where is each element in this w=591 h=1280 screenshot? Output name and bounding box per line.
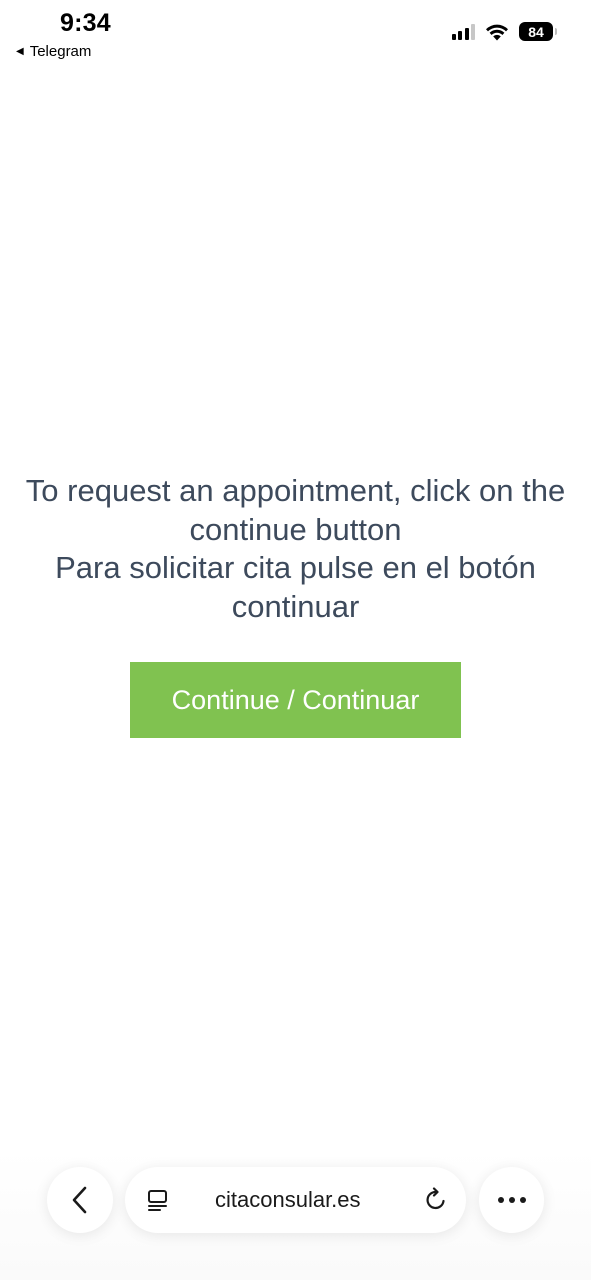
wifi-icon bbox=[486, 24, 508, 40]
message-line: To request an appointment, click on the bbox=[25, 473, 566, 508]
message-line: continuar bbox=[231, 588, 360, 624]
tabs-icon bbox=[148, 1190, 167, 1211]
continue-button[interactable]: Continue / Continuar bbox=[130, 662, 461, 738]
cellular-signal-icon bbox=[451, 23, 475, 40]
back-to-app-link[interactable]: ◀ Telegram bbox=[16, 43, 91, 60]
back-app-label: Telegram bbox=[29, 43, 92, 60]
address-bar[interactable]: citaconsular.es bbox=[125, 1167, 466, 1233]
appointment-message: To request an appointment, click on the … bbox=[0, 472, 591, 626]
battery-level: 84 bbox=[528, 23, 544, 40]
url-text: citaconsular.es bbox=[215, 1187, 361, 1212]
screen: 9:34 ◀ Telegram 84 To request an appoint… bbox=[0, 0, 591, 1280]
chevron-left-icon bbox=[72, 1186, 87, 1214]
back-triangle-icon: ◀ bbox=[16, 45, 24, 57]
status-indicators: 84 bbox=[451, 22, 557, 41]
more-dots-icon bbox=[497, 1197, 526, 1203]
status-time: 9:34 bbox=[60, 9, 111, 37]
message-line: Para solicitar cita pulse en el botón bbox=[55, 550, 536, 585]
battery-icon: 84 bbox=[519, 22, 557, 41]
message-line: continue button bbox=[189, 511, 402, 547]
more-options-button[interactable] bbox=[479, 1167, 544, 1233]
reload-icon[interactable] bbox=[424, 1187, 448, 1213]
browser-back-button[interactable] bbox=[47, 1167, 113, 1233]
